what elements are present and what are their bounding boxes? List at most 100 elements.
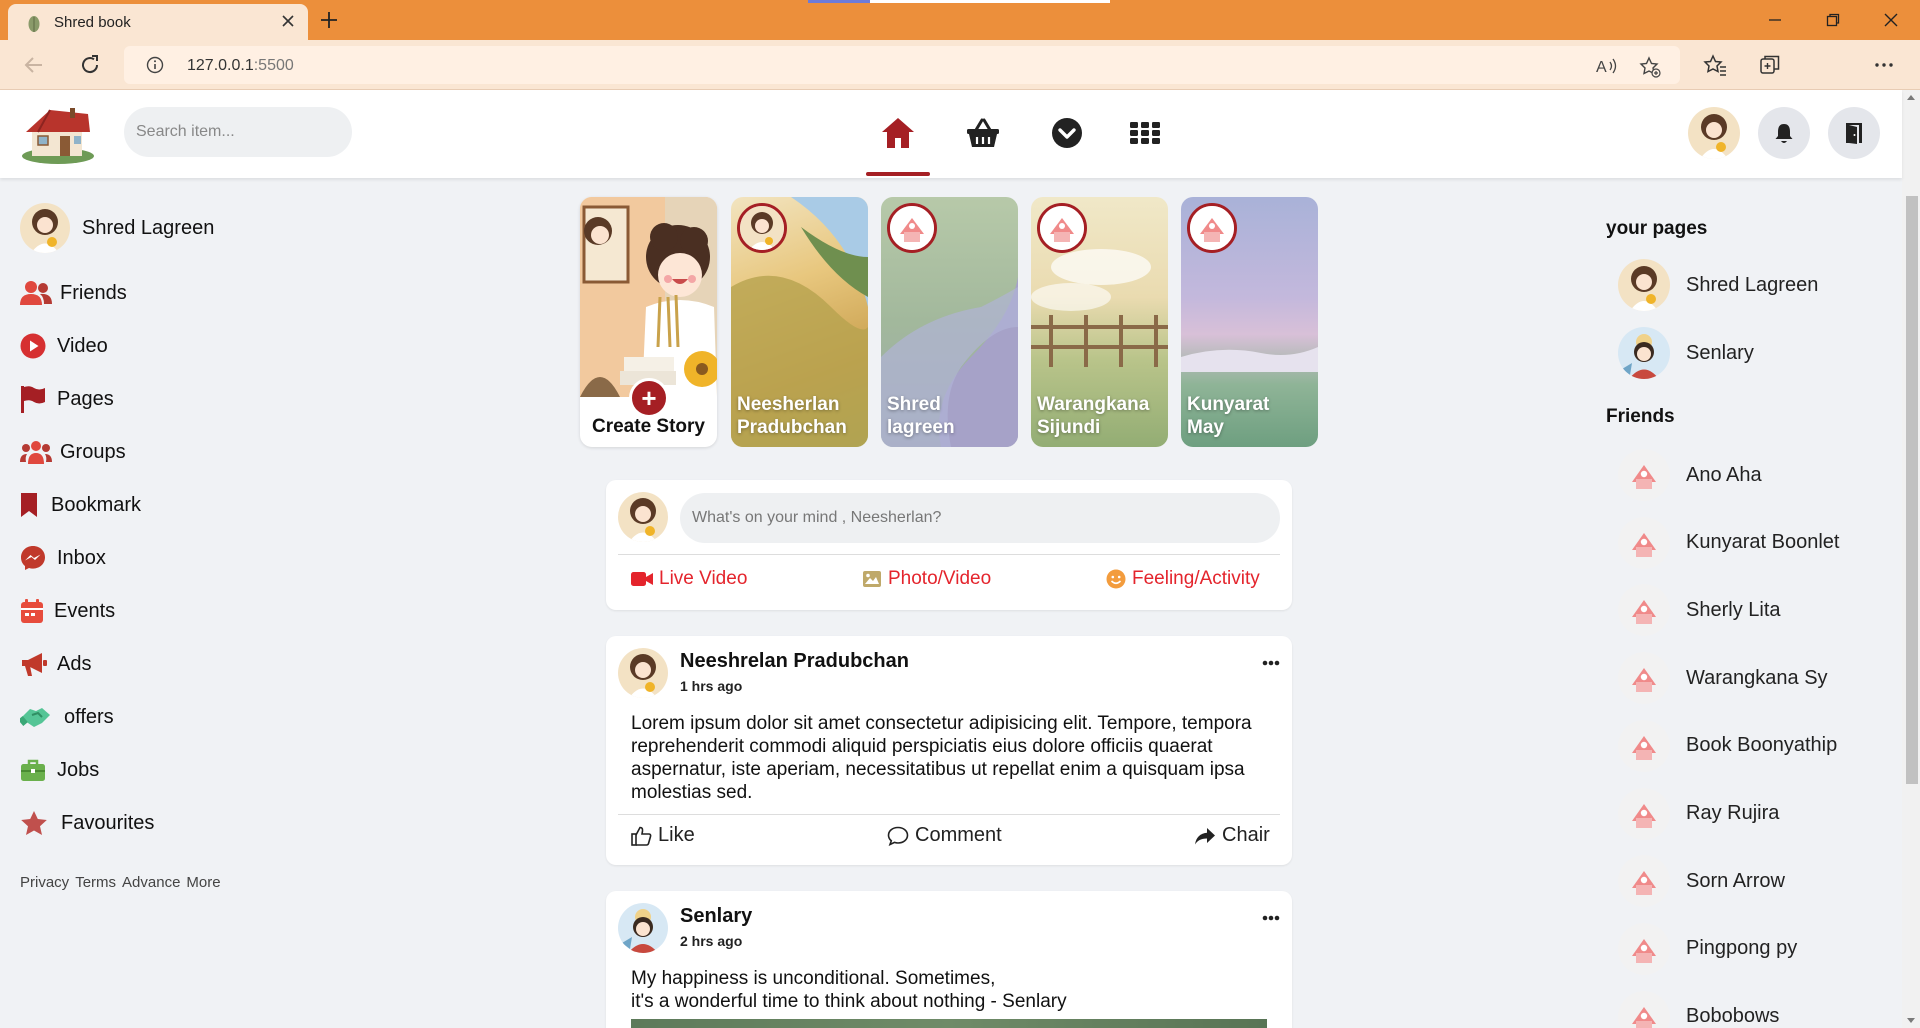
sidebar-item-label: Inbox [57,546,106,569]
browser-tab[interactable]: Shred book [8,4,308,40]
avatar[interactable] [618,648,668,698]
avatar [1618,584,1670,637]
sidebar-item-label: Jobs [57,758,100,781]
feeling-activity-button[interactable]: Feeling/Activity [1106,568,1260,590]
friends-heading: Friends [1606,406,1675,427]
sidebar-item-ads[interactable]: Ads [20,644,91,684]
share-button[interactable]: Chair [1194,824,1270,847]
more-options-icon[interactable] [1872,53,1896,77]
create-story-plus-icon[interactable]: + [629,378,669,418]
favorites-icon[interactable] [1703,53,1727,77]
search-input[interactable] [124,107,352,157]
story-avatar [1187,203,1237,253]
post-author[interactable]: Senlary [680,905,752,928]
image-icon [863,571,881,587]
sidebar-profile[interactable]: Shred Lagreen [20,202,214,254]
like-button[interactable]: Like [631,824,695,847]
add-favorite-icon[interactable] [1639,56,1661,78]
nav-shop[interactable] [951,90,1015,176]
flag-icon [21,386,45,413]
friend-item[interactable]: Bobobows [1618,990,1779,1028]
advance-link[interactable]: Advance [122,874,180,891]
friend-name: Ano Aha [1686,463,1762,486]
friend-name: Pingpong py [1686,937,1798,960]
scroll-down-arrow-icon[interactable] [1907,1018,1915,1024]
collections-icon[interactable] [1758,53,1782,77]
create-story-card[interactable]: + Create Story [580,197,717,447]
friend-item[interactable]: Book Boonyathip [1618,719,1838,772]
story-card[interactable]: Shred lagreen [881,197,1018,447]
new-tab-icon[interactable] [318,9,340,31]
scroll-up-arrow-icon[interactable] [1907,94,1915,100]
refresh-icon[interactable] [78,53,102,77]
story-card[interactable]: Warangkana Sijundi [1031,197,1168,447]
back-icon[interactable] [22,53,46,77]
tab-strip-indicator [808,0,1110,3]
friend-item[interactable]: Pingpong py [1618,922,1798,975]
nav-more[interactable] [1035,90,1099,176]
leaf-favicon-icon [28,16,40,32]
avatar[interactable] [618,903,668,953]
sidebar-item-offers[interactable]: offers [20,697,114,737]
nav-home[interactable] [866,90,930,176]
address-bar[interactable]: 127.0.0.1:5500 A [124,46,1680,84]
live-video-button[interactable]: Live Video [631,568,747,590]
friend-name: Book Boonyathip [1686,734,1838,757]
video-play-icon [20,333,46,359]
post-time: 1 hrs ago [680,678,743,694]
sidebar-item-friends[interactable]: Friends [20,273,127,313]
sidebar-item-jobs[interactable]: Jobs [20,750,99,790]
friend-item[interactable]: Sorn Arrow [1618,855,1785,908]
sidebar-item-label: Video [57,334,108,357]
sidebar-item-pages[interactable]: Pages [20,379,114,419]
bookmark-icon [21,493,37,517]
friend-item[interactable]: Ano Aha [1618,449,1762,501]
sidebar-item-inbox[interactable]: Inbox [20,538,106,578]
story-card[interactable]: Kunyarat May [1181,197,1318,447]
post-text: Lorem ipsum dolor sit amet consectetur a… [631,713,1252,803]
friend-item[interactable]: Warangkana Sy [1618,652,1828,705]
friend-item[interactable]: Ray Rujira [1618,787,1779,840]
terms-link[interactable]: Terms [75,874,116,891]
nav-apps[interactable] [1113,90,1177,176]
site-info-icon[interactable] [146,56,164,74]
friend-name: Kunyarat Boonlet [1686,531,1840,554]
close-window-icon[interactable] [1862,0,1920,40]
logout-button[interactable] [1828,107,1880,159]
more-options-icon[interactable] [1262,660,1280,666]
page-item[interactable]: Shred Lagreen [1618,259,1818,311]
friends-icon [20,281,52,305]
story-card[interactable]: Neesherlan Pradubchan [731,197,868,447]
user-avatar[interactable] [1688,107,1740,159]
minimize-icon[interactable] [1746,0,1804,40]
sidebar-item-bookmark[interactable]: Bookmark [20,485,141,525]
more-link[interactable]: More [186,874,220,891]
sidebar-item-events[interactable]: Events [20,591,115,631]
avatar [1618,327,1670,379]
svg-text:A: A [1596,59,1607,76]
read-aloud-icon[interactable]: A [1596,56,1618,76]
friend-item[interactable]: Sherly Lita [1618,584,1781,637]
more-options-icon[interactable] [1262,915,1280,921]
page-scrollbar[interactable] [1902,90,1920,1028]
house-logo-icon[interactable] [20,104,96,164]
page-item[interactable]: Senlary [1618,327,1754,379]
comment-button[interactable]: Comment [887,824,1002,847]
friend-item[interactable]: Kunyarat Boonlet [1618,516,1840,569]
sidebar-item-favourites[interactable]: Favourites [20,803,154,843]
notifications-button[interactable] [1758,107,1810,159]
photo-video-button[interactable]: Photo/Video [862,568,991,590]
close-tab-icon[interactable] [280,13,296,29]
post-author[interactable]: Neeshrelan Pradubchan [680,650,909,673]
privacy-link[interactable]: Privacy [20,874,69,891]
sidebar-item-groups[interactable]: Groups [20,432,126,472]
sidebar-item-label: Events [54,599,116,622]
restore-icon[interactable] [1804,0,1862,40]
status-input[interactable] [680,493,1280,543]
post-image[interactable] [631,1019,1267,1028]
sidebar-item-video[interactable]: Video [20,326,108,366]
thumbs-up-icon [631,826,652,846]
avatar [1618,652,1670,705]
megaphone-icon [22,653,47,676]
scrollbar-thumb[interactable] [1906,196,1918,784]
